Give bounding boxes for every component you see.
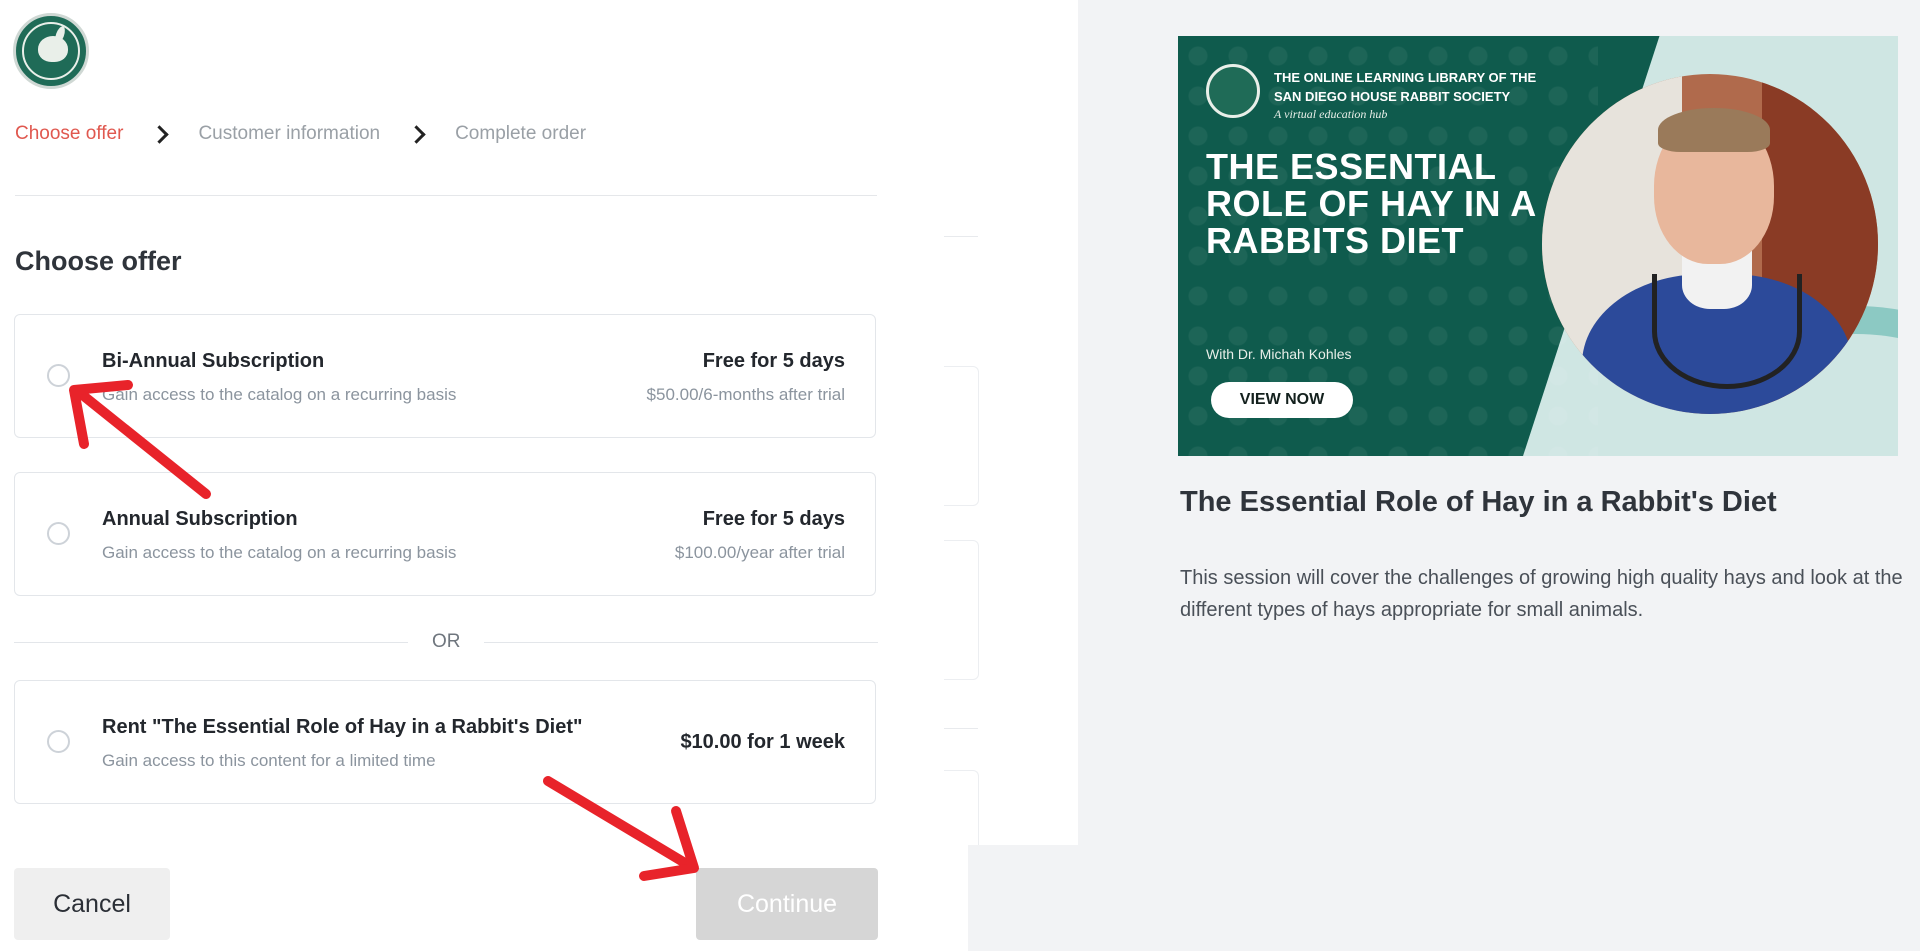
divider xyxy=(15,195,877,196)
logo-rabbit-icon xyxy=(38,36,68,62)
page-title: Choose offer xyxy=(15,246,182,276)
offer-annual[interactable]: Annual Subscription Gain access to the c… xyxy=(14,472,876,596)
background-divider xyxy=(944,728,978,729)
background-card-edge xyxy=(944,540,979,680)
offer-description: Gain access to this content for a limite… xyxy=(102,751,436,770)
product-panel: THE ONLINE LEARNING LIBRARY OF THE SAN D… xyxy=(1078,0,1920,951)
offer-description: Gain access to the catalog on a recurrin… xyxy=(102,385,457,404)
offer-description: Gain access to the catalog on a recurrin… xyxy=(102,543,457,562)
step-complete-order[interactable]: Complete order xyxy=(455,123,586,145)
photo-hair xyxy=(1658,108,1770,152)
presenter-photo xyxy=(1542,74,1878,414)
offer-radio[interactable] xyxy=(47,364,70,387)
banner-hub-text: A virtual education hub xyxy=(1274,107,1388,121)
product-description: This session will cover the challenges o… xyxy=(1180,567,1903,621)
banner-presenter: With Dr. Michah Kohles xyxy=(1206,346,1352,362)
offer-price: Free for 5 days xyxy=(702,350,845,372)
society-logo[interactable] xyxy=(13,13,89,89)
breadcrumb: Choose offer Customer information Comple… xyxy=(15,123,586,145)
chevron-right-icon xyxy=(150,124,170,144)
background-panel-fragment xyxy=(968,845,1078,951)
offer-price-detail: $100.00/year after trial xyxy=(674,543,845,562)
view-now-button[interactable]: VIEW NOW xyxy=(1211,382,1353,418)
offer-price: Free for 5 days xyxy=(702,508,845,530)
offer-radio[interactable] xyxy=(47,522,70,545)
offer-title: Annual Subscription xyxy=(102,508,298,530)
offer-title: Rent "The Essential Role of Hay in a Rab… xyxy=(102,716,583,738)
checkout-panel: Choose offer Customer information Comple… xyxy=(0,0,1078,951)
offer-price: $10.00 for 1 week xyxy=(680,731,845,753)
stethoscope-icon xyxy=(1652,274,1802,389)
step-choose-offer[interactable]: Choose offer xyxy=(15,123,123,145)
step-customer-information[interactable]: Customer information xyxy=(198,123,380,145)
or-line-right xyxy=(484,642,878,643)
continue-button[interactable]: Continue xyxy=(696,868,878,940)
cancel-button[interactable]: Cancel xyxy=(14,868,170,940)
chevron-right-icon xyxy=(407,124,426,144)
offer-price-detail: $50.00/6-months after trial xyxy=(646,385,845,404)
product-banner[interactable]: THE ONLINE LEARNING LIBRARY OF THE SAN D… xyxy=(1178,36,1898,456)
offer-bi-annual[interactable]: Bi-Annual Subscription Gain access to th… xyxy=(14,314,876,438)
offer-rent[interactable]: Rent "The Essential Role of Hay in a Rab… xyxy=(14,680,876,804)
banner-logo xyxy=(1206,64,1260,118)
or-label: OR xyxy=(432,631,461,652)
background-card-edge xyxy=(944,366,979,506)
offer-title: Bi-Annual Subscription xyxy=(102,350,325,372)
background-card-edge xyxy=(944,770,979,851)
offer-radio[interactable] xyxy=(47,730,70,753)
or-separator: OR xyxy=(14,630,878,654)
product-title: The Essential Role of Hay in a Rabbit's … xyxy=(1180,486,1777,518)
background-divider xyxy=(944,236,978,237)
or-line-left xyxy=(14,642,408,643)
banner-headline: THE ESSENTIAL ROLE OF HAY IN A RABBITS D… xyxy=(1206,146,1536,261)
